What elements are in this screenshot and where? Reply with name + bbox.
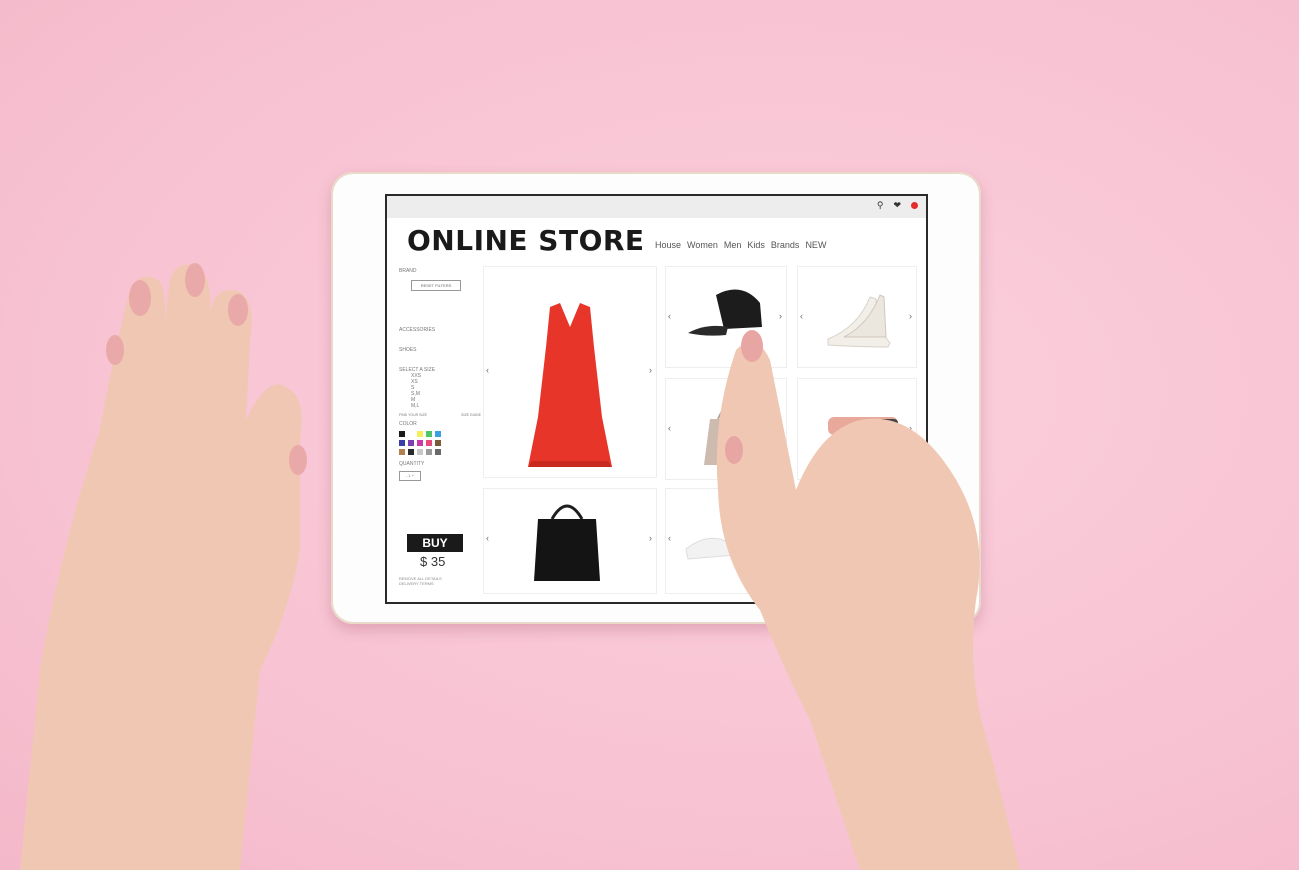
brand-label: BRAND bbox=[399, 268, 417, 274]
size-list: XXS XS S S,M M M,L bbox=[411, 373, 481, 409]
chevron-left-icon[interactable]: ‹ bbox=[486, 365, 489, 375]
size-option[interactable]: M,L bbox=[411, 403, 481, 409]
accessories-link[interactable]: ACCESSORIES bbox=[399, 327, 481, 333]
chevron-right-icon[interactable]: › bbox=[649, 365, 652, 375]
handbag-image bbox=[534, 504, 600, 581]
color-swatch[interactable] bbox=[417, 440, 423, 446]
quantity-label: QUANTITY bbox=[399, 461, 425, 467]
price-label: $ 35 bbox=[420, 554, 446, 569]
color-swatch[interactable] bbox=[435, 440, 441, 446]
color-swatch[interactable] bbox=[408, 449, 414, 455]
dress-image bbox=[528, 303, 612, 467]
color-swatch[interactable] bbox=[408, 431, 414, 437]
color-swatch[interactable] bbox=[417, 431, 423, 437]
quantity-stepper[interactable]: - 1 + bbox=[399, 471, 421, 481]
color-swatch[interactable] bbox=[426, 431, 432, 437]
color-swatch[interactable] bbox=[399, 440, 405, 446]
search-icon[interactable]: ⚲ bbox=[877, 200, 884, 211]
nav-item-women[interactable]: Women bbox=[687, 240, 718, 250]
color-swatch[interactable] bbox=[408, 440, 414, 446]
reset-filters-button[interactable]: RESET FILTERS bbox=[411, 280, 461, 291]
chevron-left-icon[interactable]: ‹ bbox=[668, 311, 671, 321]
fine-print-line: DELIVERY TERMS bbox=[399, 581, 434, 586]
color-swatch[interactable] bbox=[399, 431, 405, 437]
shoes-link[interactable]: SHOES bbox=[399, 347, 481, 353]
color-swatch[interactable] bbox=[435, 431, 441, 437]
color-swatch[interactable] bbox=[399, 449, 405, 455]
nav-item-men[interactable]: Men bbox=[724, 240, 742, 250]
top-bar: ⚲ ❤ bbox=[387, 196, 926, 218]
buy-button[interactable]: BUY bbox=[407, 534, 463, 552]
color-swatch[interactable] bbox=[417, 449, 423, 455]
nav-item-brands[interactable]: Brands bbox=[771, 240, 800, 250]
chevron-left-icon[interactable]: ‹ bbox=[668, 423, 671, 433]
main-nav: House Women Men Kids Brands NEW bbox=[655, 240, 826, 250]
store-title: ONLINE STORE bbox=[407, 224, 645, 257]
product-card-dress[interactable]: ‹ › bbox=[483, 266, 657, 478]
fine-print: REMOVE ALL DETAILS DELIVERY TERMS bbox=[399, 576, 442, 586]
color-swatch[interactable] bbox=[426, 440, 432, 446]
size-guide-link[interactable]: SIZE GUIDE bbox=[461, 413, 481, 417]
nav-item-house[interactable]: House bbox=[655, 240, 681, 250]
nav-item-kids[interactable]: Kids bbox=[747, 240, 765, 250]
chevron-left-icon[interactable]: ‹ bbox=[486, 533, 489, 543]
color-label: COLOR bbox=[399, 421, 417, 427]
find-size-link[interactable]: FIND YOUR SIZE bbox=[399, 413, 427, 417]
cart-icon[interactable] bbox=[911, 201, 918, 211]
right-hand bbox=[716, 330, 1020, 870]
chevron-right-icon[interactable]: › bbox=[649, 533, 652, 543]
chevron-left-icon[interactable]: ‹ bbox=[668, 533, 671, 543]
color-swatches bbox=[399, 431, 481, 455]
heart-icon[interactable]: ❤ bbox=[893, 200, 901, 211]
nav-item-new[interactable]: NEW bbox=[805, 240, 826, 250]
left-hand bbox=[20, 263, 307, 870]
filter-sidebar: BRAND RESET FILTERS ACCESSORIES SHOES SE… bbox=[399, 268, 481, 481]
product-card-handbag[interactable]: ‹ › bbox=[483, 488, 657, 594]
color-swatch[interactable] bbox=[426, 449, 432, 455]
color-swatch[interactable] bbox=[435, 449, 441, 455]
